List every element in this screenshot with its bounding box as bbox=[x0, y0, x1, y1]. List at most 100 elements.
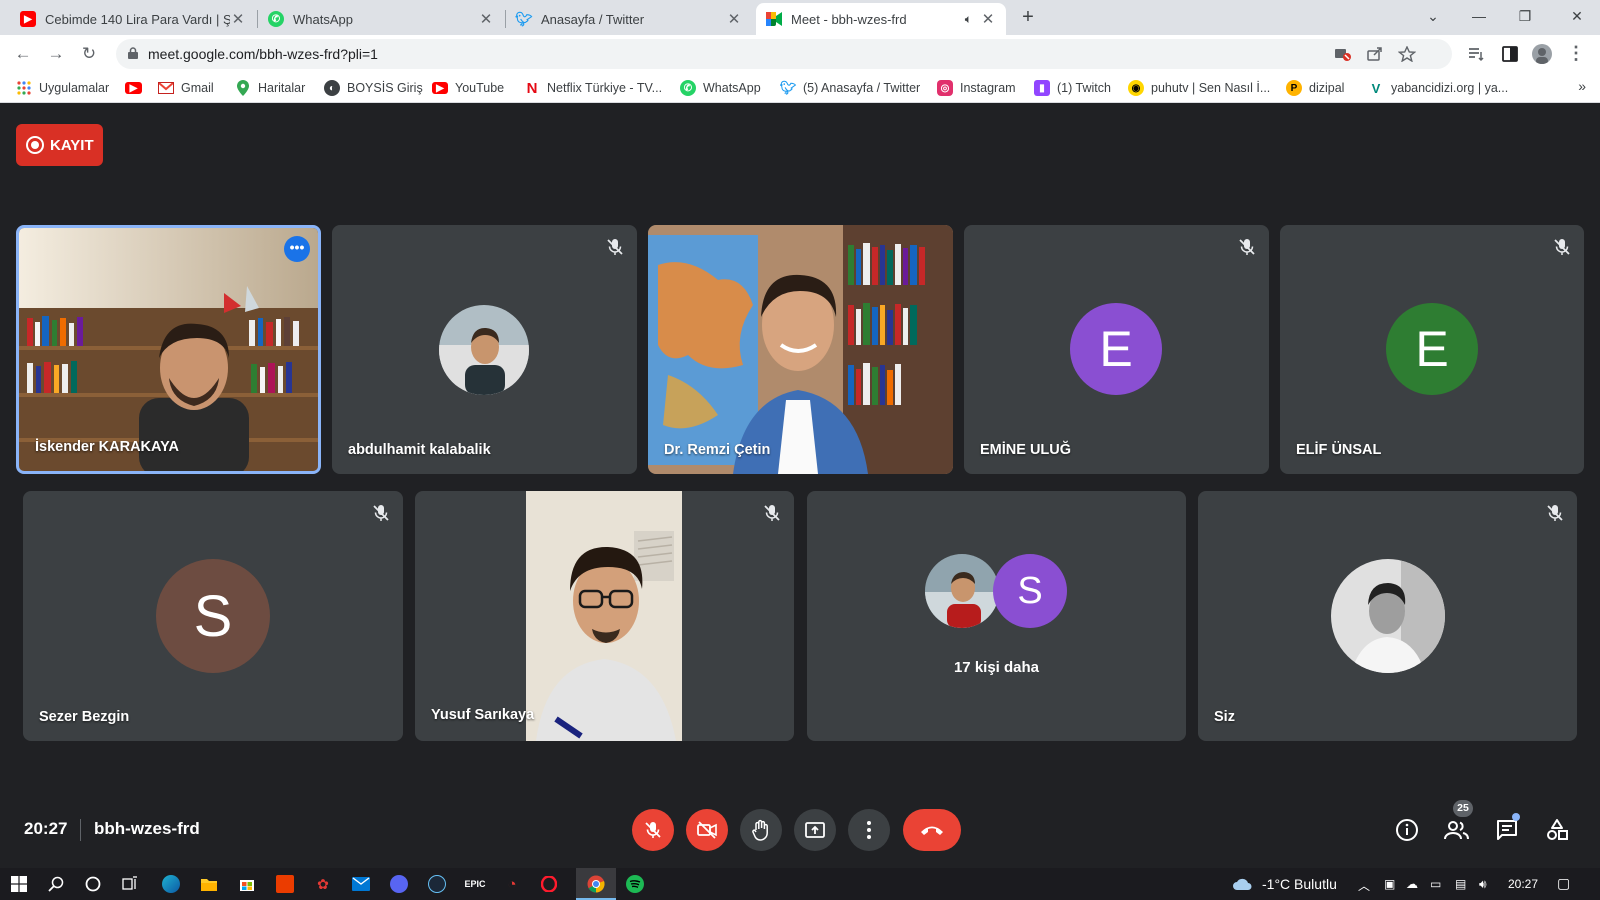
battery-icon[interactable]: ▭ bbox=[1430, 877, 1441, 891]
bookmark-label: YouTube bbox=[455, 81, 505, 95]
bookmark-yabancidizi[interactable]: V yabancidizi.org | ya... bbox=[1368, 79, 1509, 97]
onedrive-icon[interactable]: ☁ bbox=[1406, 877, 1418, 891]
more-vert-icon bbox=[867, 821, 871, 839]
address-bar[interactable]: meet.google.com/bbh-wzes-frd?pli=1 bbox=[116, 39, 1452, 69]
meeting-details-button[interactable] bbox=[1394, 817, 1420, 843]
bookmark-label: Instagram bbox=[960, 81, 1016, 95]
camera-toggle-button[interactable] bbox=[686, 809, 728, 851]
participant-tile[interactable]: E EMİNE ULUĞ bbox=[964, 225, 1269, 474]
close-window-button[interactable]: ✕ bbox=[1554, 0, 1600, 35]
app-icon[interactable]: ✿ bbox=[314, 875, 332, 893]
participant-photo-avatar bbox=[925, 554, 999, 628]
task-view-icon[interactable] bbox=[121, 875, 139, 893]
microphone-toggle-button[interactable] bbox=[632, 809, 674, 851]
chrome-menu-icon[interactable]: ⋮ bbox=[1566, 44, 1586, 64]
bookmark-youtube[interactable]: ▶ YouTube bbox=[432, 79, 504, 97]
present-screen-button[interactable] bbox=[794, 809, 836, 851]
taskbar-clock[interactable]: 20:27 bbox=[1508, 877, 1538, 891]
bookmark-youtube-shortcut[interactable]: ▶ bbox=[125, 79, 149, 97]
lock-icon[interactable] bbox=[128, 47, 138, 59]
tab-twitter[interactable]: 🐦︎ Anasayfa / Twitter ✕ bbox=[506, 3, 752, 35]
self-tile[interactable]: Siz bbox=[1198, 491, 1577, 741]
bookmark-instagram[interactable]: ◎ Instagram bbox=[937, 79, 1016, 97]
cortana-icon[interactable] bbox=[84, 875, 102, 893]
new-tab-button[interactable]: + bbox=[1016, 6, 1040, 30]
leave-call-button[interactable] bbox=[903, 809, 961, 851]
chrome-icon[interactable] bbox=[587, 875, 605, 893]
participant-tile[interactable]: abdulhamit kalabalik bbox=[332, 225, 637, 474]
bookmark-twitch[interactable]: ▮ (1) Twitch bbox=[1034, 79, 1111, 97]
activities-button[interactable] bbox=[1544, 817, 1570, 843]
others-tile[interactable]: S 17 kişi daha bbox=[807, 491, 1186, 741]
cloud-weather-icon[interactable] bbox=[1232, 875, 1254, 893]
close-tab-icon[interactable]: ✕ bbox=[726, 10, 742, 28]
search-icon[interactable] bbox=[47, 875, 65, 893]
participant-tile[interactable]: Yusuf Sarıkaya bbox=[415, 491, 794, 741]
minimize-button[interactable]: — bbox=[1456, 0, 1502, 35]
participant-tile[interactable]: ••• İskender KARAKAYA bbox=[16, 225, 321, 474]
microsoft-store-icon[interactable] bbox=[238, 875, 256, 893]
show-everyone-button[interactable] bbox=[1444, 817, 1470, 843]
share-icon[interactable] bbox=[1366, 46, 1384, 62]
bookmark-apps[interactable]: Uygulamalar bbox=[16, 79, 109, 97]
discord-icon[interactable] bbox=[390, 875, 408, 893]
tab-meet[interactable]: Meet - bbh-wzes-frd 🔈︎ ✕ bbox=[756, 3, 1006, 35]
twitch-icon: ▮ bbox=[1034, 80, 1050, 96]
bookmark-boysis[interactable]: ◐ BOYSİS Giriş bbox=[324, 79, 423, 97]
bookmark-maps[interactable]: Haritalar bbox=[235, 79, 305, 97]
bookmarks-bar: Uygulamalar ▶ Gmail Haritalar ◐ BOYSİS G… bbox=[0, 73, 1600, 103]
camera-blocked-icon[interactable] bbox=[1334, 46, 1352, 62]
steam-icon[interactable] bbox=[428, 875, 446, 893]
bookmark-star-icon[interactable] bbox=[1398, 46, 1416, 62]
forward-button[interactable]: → bbox=[43, 41, 69, 67]
network-icon[interactable]: ▤ bbox=[1455, 877, 1466, 891]
recording-label: KAYIT bbox=[50, 136, 94, 154]
restore-button[interactable]: ❐ bbox=[1502, 0, 1548, 35]
opera-icon[interactable] bbox=[540, 875, 558, 893]
reload-button[interactable]: ↻ bbox=[76, 41, 102, 67]
bookmark-dizipal[interactable]: P dizipal bbox=[1286, 79, 1344, 97]
participant-video bbox=[648, 225, 953, 474]
bookmark-puhutv[interactable]: ◉ puhutv | Sen Nasıl İ... bbox=[1128, 79, 1270, 97]
notification-icon[interactable]: ▢ bbox=[1557, 875, 1570, 892]
participant-tile[interactable]: Dr. Remzi Çetin bbox=[648, 225, 953, 474]
volume-icon[interactable]: 🔊︎ bbox=[1479, 877, 1487, 892]
participant-tile[interactable]: S Sezer Bezgin bbox=[23, 491, 403, 741]
raise-hand-button[interactable] bbox=[740, 809, 782, 851]
bookmarks-overflow-button[interactable]: » bbox=[1578, 78, 1586, 94]
reading-list-icon[interactable] bbox=[1466, 44, 1486, 64]
bookmark-whatsapp[interactable]: ✆ WhatsApp bbox=[680, 79, 761, 97]
meeting-code: bbh-wzes-frd bbox=[94, 819, 200, 838]
tab-search-icon[interactable]: ⌄ bbox=[1410, 0, 1456, 35]
epic-games-icon[interactable]: EPIC bbox=[465, 875, 486, 893]
more-options-icon[interactable]: ••• bbox=[284, 236, 310, 262]
bookmark-label: Netflix Türkiye - TV... bbox=[547, 81, 663, 95]
windows-start-icon[interactable] bbox=[10, 875, 28, 893]
side-panel-icon[interactable] bbox=[1500, 44, 1520, 64]
chevron-up-icon[interactable]: ︿ bbox=[1358, 877, 1370, 894]
participant-name: İskender KARAKAYA bbox=[35, 439, 179, 455]
device-icon[interactable]: ▣ bbox=[1384, 877, 1395, 891]
bookmark-gmail[interactable]: Gmail bbox=[158, 79, 214, 97]
office-icon[interactable] bbox=[276, 875, 294, 893]
bookmark-twitter[interactable]: 🐦︎ (5) Anasayfa / Twitter bbox=[780, 79, 920, 97]
app-icon[interactable]: ◔ bbox=[503, 875, 521, 893]
more-options-button[interactable] bbox=[848, 809, 890, 851]
recording-indicator[interactable]: KAYIT bbox=[16, 124, 103, 166]
close-tab-icon[interactable]: ✕ bbox=[980, 10, 996, 28]
profile-avatar[interactable] bbox=[1532, 44, 1552, 64]
participant-tile[interactable]: E ELİF ÜNSAL bbox=[1280, 225, 1584, 474]
bookmark-netflix[interactable]: N Netflix Türkiye - TV... bbox=[524, 79, 663, 97]
file-explorer-icon[interactable] bbox=[200, 875, 218, 893]
url-text[interactable]: meet.google.com/bbh-wzes-frd?pli=1 bbox=[148, 46, 378, 62]
audio-playing-icon[interactable]: 🔈︎ bbox=[965, 12, 972, 27]
edge-icon[interactable] bbox=[162, 875, 180, 893]
weather-text[interactable]: -1°C Bulutlu bbox=[1262, 876, 1337, 892]
spotify-icon[interactable] bbox=[626, 875, 644, 893]
close-tab-icon[interactable]: ✕ bbox=[478, 10, 494, 28]
tab-youtube[interactable]: ▶ Cebimde 140 Lira Para Vardı | Şin ✕ bbox=[10, 3, 256, 35]
close-tab-icon[interactable]: ✕ bbox=[230, 10, 246, 28]
back-button[interactable]: ← bbox=[10, 41, 36, 67]
mail-icon[interactable] bbox=[352, 875, 370, 893]
tab-whatsapp[interactable]: ✆ WhatsApp ✕ bbox=[258, 3, 504, 35]
